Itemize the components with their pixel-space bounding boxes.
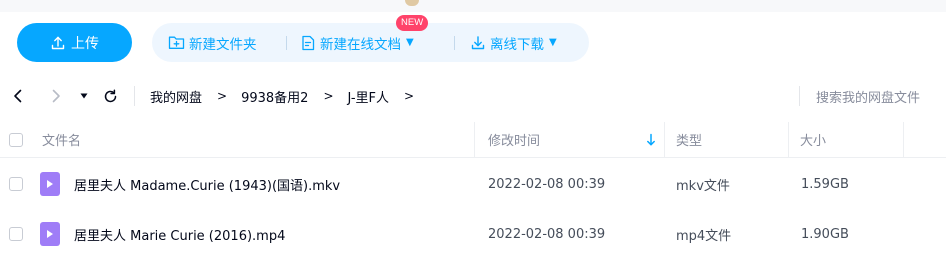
breadcrumb-separator: > xyxy=(404,89,415,103)
column-divider xyxy=(788,122,789,157)
column-header-modified[interactable]: 修改时间 xyxy=(488,122,540,157)
column-header-name[interactable]: 文件名 xyxy=(42,122,81,157)
row-checkbox[interactable] xyxy=(9,177,23,191)
video-file-icon xyxy=(40,172,60,196)
upload-button[interactable]: 上传 xyxy=(17,23,132,62)
breadcrumb-item[interactable]: 9938备用2 xyxy=(241,87,308,106)
upload-label: 上传 xyxy=(71,35,99,52)
caret-down-icon: ▼ xyxy=(549,37,557,48)
download-icon xyxy=(470,35,486,51)
divider xyxy=(799,86,800,106)
new-badge: NEW xyxy=(396,15,429,31)
table-header: 文件名 修改时间 类型 大小 xyxy=(0,122,946,158)
history-dropdown[interactable] xyxy=(76,78,92,114)
select-all-checkbox[interactable] xyxy=(9,133,23,147)
file-name[interactable]: 居里夫人 Marie Curie (2016).mp4 xyxy=(74,210,285,258)
chevron-left-icon xyxy=(12,89,24,103)
column-header-size[interactable]: 大小 xyxy=(800,122,826,157)
column-divider xyxy=(903,122,904,157)
navigation-bar: 我的网盘 > 9938备用2 > J-里F人 > 搜索我的网盘文件 xyxy=(0,78,946,114)
chevron-right-icon xyxy=(50,89,62,103)
new-folder-label: 新建文件夹 xyxy=(189,36,257,53)
breadcrumb-item[interactable]: 我的网盘 xyxy=(150,87,202,106)
breadcrumb-separator: > xyxy=(217,89,228,103)
back-button[interactable] xyxy=(6,78,30,114)
row-checkbox[interactable] xyxy=(9,227,23,241)
refresh-icon xyxy=(103,88,118,104)
top-strip xyxy=(0,0,946,12)
toolbar: 上传 新建文件夹 新建在线文档 ▼ 离线下载 ▼ NEW xyxy=(0,0,946,68)
breadcrumb-item[interactable]: J-里F人 xyxy=(348,87,390,106)
caret-down-icon xyxy=(80,93,88,99)
divider xyxy=(134,86,135,106)
table-row[interactable]: 居里夫人 Madame.Curie (1943)(国语).mkv 2022-02… xyxy=(0,160,946,208)
column-divider xyxy=(474,122,475,157)
file-size: 1.90GB xyxy=(801,226,849,242)
file-type: mp4文件 xyxy=(676,228,732,244)
caret-down-icon: ▼ xyxy=(406,37,414,48)
search-input[interactable]: 搜索我的网盘文件 xyxy=(816,78,946,114)
offline-download-button[interactable]: 离线下载 ▼ xyxy=(470,23,557,62)
doc-add-icon xyxy=(301,35,316,51)
new-folder-button[interactable]: 新建文件夹 xyxy=(168,23,257,62)
file-name[interactable]: 居里夫人 Madame.Curie (1943)(国语).mkv xyxy=(74,160,340,208)
video-file-icon xyxy=(40,222,60,246)
new-online-doc-label: 新建在线文档 xyxy=(320,36,401,53)
column-header-type[interactable]: 类型 xyxy=(676,122,702,157)
breadcrumb-separator: > xyxy=(323,89,334,103)
sort-descending-icon[interactable] xyxy=(646,132,656,151)
offline-download-label: 离线下载 xyxy=(490,36,544,53)
column-divider xyxy=(664,122,665,157)
upload-icon xyxy=(50,35,66,51)
toolbar-divider xyxy=(286,36,287,50)
file-type: mkv文件 xyxy=(676,178,730,194)
new-online-doc-button[interactable]: 新建在线文档 ▼ xyxy=(301,23,414,62)
file-modified: 2022-02-08 00:39 xyxy=(488,226,606,242)
file-size: 1.59GB xyxy=(801,176,849,192)
folder-add-icon xyxy=(168,35,185,50)
forward-button[interactable] xyxy=(44,78,68,114)
refresh-button[interactable] xyxy=(100,78,120,114)
breadcrumb: 我的网盘 > 9938备用2 > J-里F人 > xyxy=(150,78,428,114)
toolbar-divider xyxy=(454,36,455,50)
table-row[interactable]: 居里夫人 Marie Curie (2016).mp4 2022-02-08 0… xyxy=(0,210,946,258)
action-group: 新建文件夹 新建在线文档 ▼ 离线下载 ▼ xyxy=(152,23,589,62)
file-modified: 2022-02-08 00:39 xyxy=(488,176,606,192)
